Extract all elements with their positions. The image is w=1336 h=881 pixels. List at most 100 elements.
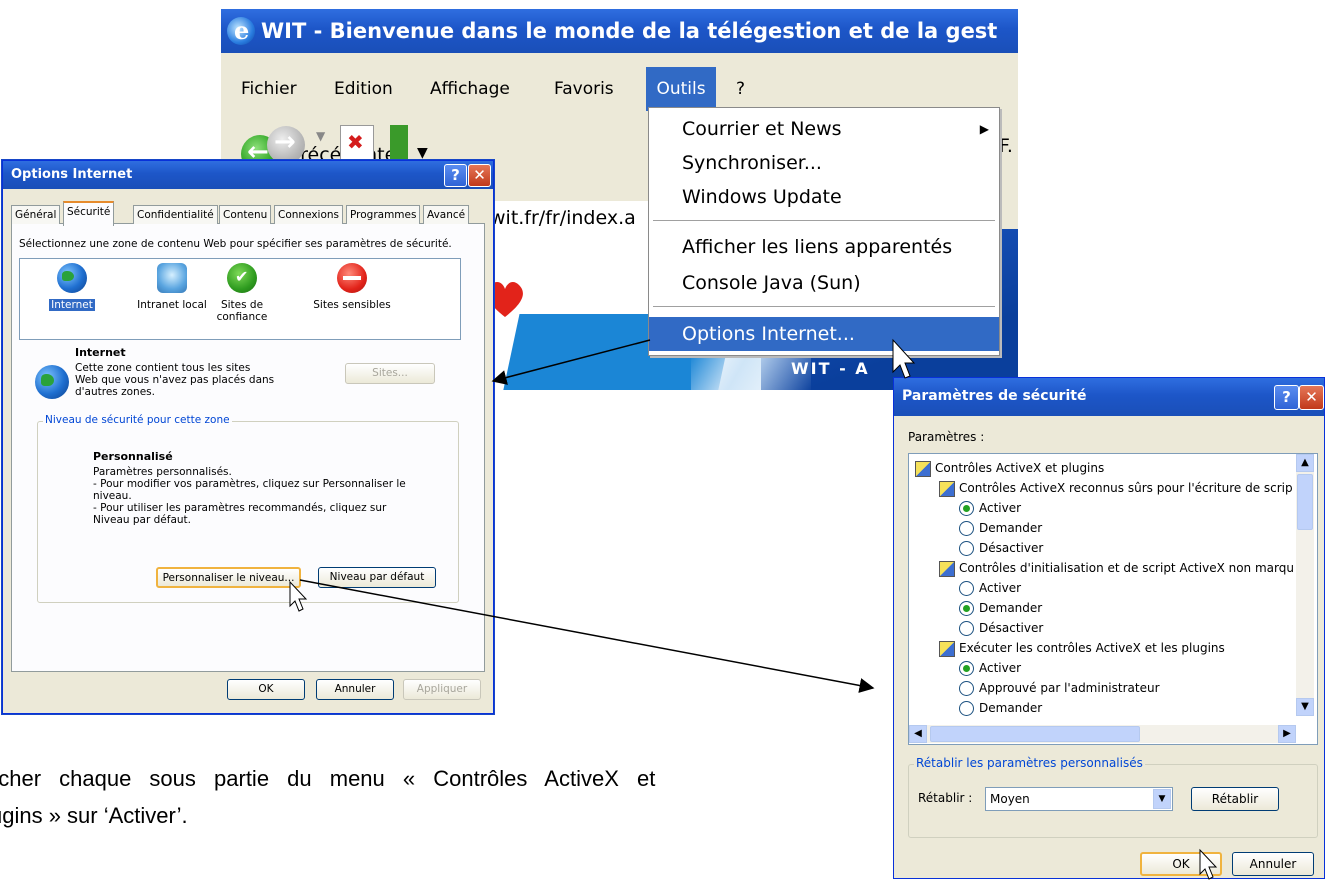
- dialog-title-bar: Options Internet ? ✕: [3, 161, 493, 189]
- apply-button[interactable]: Appliquer: [403, 679, 481, 700]
- dialog-title: Options Internet: [11, 167, 133, 182]
- options-internet-dialog: Options Internet ? ✕ Général Sécurité Co…: [2, 160, 494, 714]
- address-text: wit.fr/fr/index.a: [490, 207, 636, 229]
- scroll-thumb[interactable]: [1297, 474, 1313, 530]
- radio-button[interactable]: [959, 521, 974, 536]
- tab-connexions[interactable]: Connexions: [274, 205, 344, 224]
- scroll-left-icon[interactable]: ◀: [909, 725, 927, 743]
- sites-button[interactable]: Sites...: [345, 363, 435, 384]
- menu-help[interactable]: ?: [736, 67, 745, 111]
- favorites-partial: F.: [999, 135, 1013, 157]
- caption-line-1: ocher chaque sous partie du menu « Contr…: [0, 766, 656, 791]
- settings-gear-icon: [939, 481, 955, 497]
- radio-button[interactable]: [959, 501, 974, 516]
- submenu-arrow-icon: ▶: [979, 122, 989, 136]
- zone-sites-sensibles[interactable]: Sites sensibles: [302, 263, 402, 311]
- zone-internet[interactable]: Internet: [22, 263, 122, 311]
- menu-outils[interactable]: Outils: [646, 67, 716, 111]
- radio-button[interactable]: [959, 661, 974, 676]
- menu-item-windows-update[interactable]: Windows Update: [649, 180, 999, 214]
- intranet-icon: [157, 263, 187, 293]
- scroll-down-icon[interactable]: ▼: [1296, 698, 1314, 716]
- ok-button[interactable]: OK: [227, 679, 305, 700]
- menu-item-synchroniser[interactable]: Synchroniser...: [649, 146, 999, 180]
- ie-title-bar: WIT - Bienvenue dans le monde de la télé…: [221, 9, 1018, 53]
- scroll-thumb[interactable]: [930, 726, 1140, 742]
- tab-contenu[interactable]: Contenu: [219, 205, 272, 224]
- tab-securite[interactable]: Sécurité: [63, 201, 115, 226]
- zone-name: Internet: [75, 346, 126, 359]
- menu-affichage[interactable]: Affichage: [430, 67, 510, 111]
- settings-label: Approuvé par l'administrateur: [979, 681, 1160, 695]
- settings-gear-icon: [939, 561, 955, 577]
- refresh-icon[interactable]: [390, 125, 408, 161]
- settings-label: Contrôles ActiveX et plugins: [935, 461, 1105, 475]
- trusted-check-icon: [227, 263, 257, 293]
- settings-gear-icon: [915, 461, 931, 477]
- tab-programmes[interactable]: Programmes: [346, 205, 421, 224]
- radio-button[interactable]: [959, 681, 974, 696]
- page-partial-text: WIT - A: [791, 359, 870, 378]
- settings-label: Activer: [979, 581, 1022, 595]
- zone-list: Internet Intranet local Sites de confian…: [19, 258, 461, 340]
- dialog-title: Paramètres de sécurité: [902, 388, 1087, 404]
- stop-icon[interactable]: [340, 125, 374, 163]
- level-name: Personnalisé: [93, 450, 173, 463]
- settings-gear-icon: [939, 641, 955, 657]
- settings-tree[interactable]: Contrôles ActiveX et plugins Contrôles Ac…: [908, 453, 1318, 745]
- reset-level-select[interactable]: Moyen ▼: [985, 787, 1173, 811]
- radio-button[interactable]: [959, 601, 974, 616]
- menu-separator: [653, 220, 995, 221]
- menu-edition[interactable]: Edition: [334, 67, 393, 111]
- radio-button[interactable]: [959, 581, 974, 596]
- security-settings-dialog: Paramètres de sécurité ? ✕ Paramètres : …: [893, 377, 1325, 879]
- menu-item-options-internet[interactable]: Options Internet...: [649, 317, 999, 351]
- menu-item-liens-apparentes[interactable]: Afficher les liens apparentés: [649, 230, 999, 264]
- tab-general[interactable]: Général: [11, 205, 61, 224]
- menu-separator: [653, 306, 995, 307]
- default-level-button[interactable]: Niveau par défaut: [318, 567, 436, 588]
- ie-window-title: WIT - Bienvenue dans le monde de la télé…: [261, 19, 998, 43]
- settings-label: Demander: [979, 521, 1043, 535]
- help-icon[interactable]: ?: [444, 164, 467, 187]
- forward-dropdown-icon[interactable]: ▼: [316, 129, 325, 143]
- params-label: Paramètres :: [908, 430, 985, 444]
- cancel-button[interactable]: Annuler: [316, 679, 394, 700]
- back-dropdown-icon[interactable]: ▼: [417, 145, 428, 161]
- reset-button[interactable]: Rétablir: [1191, 787, 1279, 811]
- custom-level-button[interactable]: Personnaliser le niveau...: [156, 567, 301, 588]
- settings-label: Exécuter les contrôles ActiveX et les pl…: [959, 641, 1225, 655]
- menu-item-courrier[interactable]: Courrier et News ▶: [649, 112, 999, 146]
- caption-line-2: ugins » sur ‘Activer’.: [0, 803, 188, 828]
- restricted-icon: [337, 263, 367, 293]
- ok-button[interactable]: OK: [1140, 852, 1222, 876]
- level-description: Paramètres personnalisés. - Pour modifie…: [93, 466, 406, 526]
- tab-avance[interactable]: Avancé: [423, 205, 470, 224]
- globe-icon: [35, 365, 69, 399]
- forward-button[interactable]: [267, 126, 305, 164]
- reset-group-legend: Rétablir les paramètres personnalisés: [914, 756, 1145, 770]
- security-level-legend: Niveau de sécurité pour cette zone: [43, 414, 232, 426]
- scroll-right-icon[interactable]: ▶: [1278, 725, 1296, 743]
- menu-fichier[interactable]: Fichier: [241, 67, 297, 111]
- menu-item-console-java[interactable]: Console Java (Sun): [649, 266, 999, 300]
- help-icon[interactable]: ?: [1274, 385, 1299, 410]
- settings-label: Désactiver: [979, 621, 1044, 635]
- close-icon[interactable]: ✕: [468, 164, 491, 187]
- zone-sites-confiance[interactable]: Sites de confiance: [202, 263, 282, 323]
- tab-confidentialite[interactable]: Confidentialité: [133, 205, 218, 224]
- zone-instruction: Sélectionnez une zone de contenu Web pou…: [19, 238, 452, 250]
- settings-label: Demander: [979, 701, 1043, 715]
- settings-label: Désactiver: [979, 541, 1044, 555]
- close-icon[interactable]: ✕: [1299, 385, 1324, 410]
- address-field[interactable]: wit.fr/fr/index.a: [490, 201, 650, 235]
- scroll-up-icon[interactable]: ▲: [1296, 454, 1314, 472]
- cancel-button[interactable]: Annuler: [1232, 852, 1314, 876]
- radio-button[interactable]: [959, 701, 974, 716]
- chevron-down-icon[interactable]: ▼: [1153, 789, 1171, 809]
- zone-description: Cette zone contient tous les sites Web q…: [75, 362, 275, 398]
- menu-favoris[interactable]: Favoris: [554, 67, 614, 111]
- radio-button[interactable]: [959, 541, 974, 556]
- radio-button[interactable]: [959, 621, 974, 636]
- globe-icon: [57, 263, 87, 293]
